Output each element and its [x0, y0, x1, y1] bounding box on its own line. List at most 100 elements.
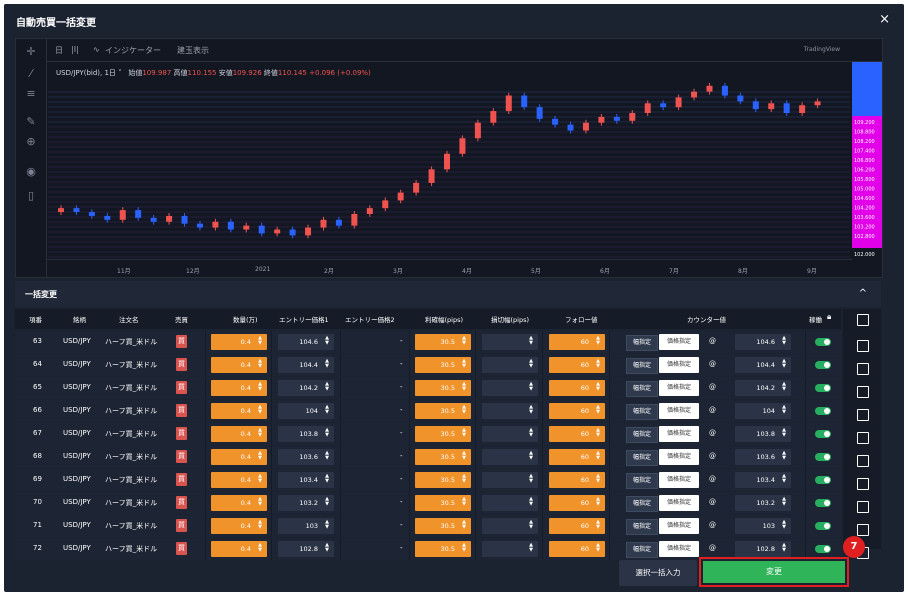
- stepper-arrows-icon[interactable]: ▲ ▼: [462, 543, 466, 553]
- tp-stepper[interactable]: 30.5 ▲ ▼: [415, 403, 471, 419]
- stepper-arrows-icon[interactable]: ▲ ▼: [596, 382, 600, 392]
- width-spec-button[interactable]: 幅指定: [626, 427, 658, 443]
- width-spec-button[interactable]: 幅指定: [626, 381, 658, 397]
- stepper-arrows-icon[interactable]: ▲ ▼: [462, 405, 466, 415]
- stepper-arrows-icon[interactable]: ▲ ▼: [782, 497, 786, 507]
- stepper-arrows-icon[interactable]: ▲ ▼: [258, 428, 262, 438]
- row-checkbox[interactable]: [857, 478, 869, 490]
- counter-stepper[interactable]: 103.4 ▲ ▼: [735, 472, 791, 488]
- stepper-arrows-icon[interactable]: ▲ ▼: [258, 359, 262, 369]
- fib-icon[interactable]: ≡: [24, 87, 38, 101]
- stepper-arrows-icon[interactable]: ▲ ▼: [258, 543, 262, 553]
- stepper-arrows-icon[interactable]: ▲ ▼: [782, 520, 786, 530]
- sl-stepper[interactable]: ▲ ▼: [482, 518, 538, 534]
- active-toggle[interactable]: [815, 476, 831, 484]
- stepper-arrows-icon[interactable]: ▲ ▼: [529, 543, 533, 553]
- counter-stepper[interactable]: 104.6 ▲ ▼: [735, 334, 791, 350]
- active-toggle[interactable]: [815, 384, 831, 392]
- entry1-stepper[interactable]: 104.6 ▲ ▼: [278, 334, 334, 350]
- eye-icon[interactable]: ◉: [24, 165, 38, 179]
- stepper-arrows-icon[interactable]: ▲ ▼: [529, 520, 533, 530]
- follow-stepper[interactable]: 60 ▲ ▼: [549, 541, 605, 557]
- price-spec-button[interactable]: 価格指定: [659, 495, 699, 511]
- stepper-arrows-icon[interactable]: ▲ ▼: [782, 405, 786, 415]
- stepper-arrows-icon[interactable]: ▲ ▼: [258, 474, 262, 484]
- qty-stepper[interactable]: 0.4 ▲ ▼: [211, 357, 267, 373]
- active-toggle[interactable]: [815, 522, 831, 530]
- sl-stepper[interactable]: ▲ ▼: [482, 541, 538, 557]
- stepper-arrows-icon[interactable]: ▲ ▼: [596, 497, 600, 507]
- active-toggle[interactable]: [815, 545, 831, 553]
- counter-stepper[interactable]: 103.8 ▲ ▼: [735, 426, 791, 442]
- close-icon[interactable]: ×: [879, 12, 890, 27]
- sl-stepper[interactable]: ▲ ▼: [482, 334, 538, 350]
- sl-stepper[interactable]: ▲ ▼: [482, 426, 538, 442]
- stepper-arrows-icon[interactable]: ▲ ▼: [782, 336, 786, 346]
- qty-stepper[interactable]: 0.4 ▲ ▼: [211, 426, 267, 442]
- qty-stepper[interactable]: 0.4 ▲ ▼: [211, 380, 267, 396]
- qty-stepper[interactable]: 0.4 ▲ ▼: [211, 334, 267, 350]
- row-checkbox[interactable]: [857, 363, 869, 375]
- crosshair-icon[interactable]: ✛: [24, 45, 38, 59]
- stepper-arrows-icon[interactable]: ▲ ▼: [782, 474, 786, 484]
- indicators-button[interactable]: インジケーター: [105, 45, 161, 56]
- stepper-arrows-icon[interactable]: ▲ ▼: [325, 382, 329, 392]
- trash-icon[interactable]: ▯: [24, 189, 38, 203]
- stepper-arrows-icon[interactable]: ▲ ▼: [529, 336, 533, 346]
- entry1-stepper[interactable]: 103.8 ▲ ▼: [278, 426, 334, 442]
- row-checkbox[interactable]: [857, 340, 869, 352]
- qty-stepper[interactable]: 0.4 ▲ ▼: [211, 495, 267, 511]
- stepper-arrows-icon[interactable]: ▲ ▼: [596, 405, 600, 415]
- entry1-stepper[interactable]: 102.8 ▲ ▼: [278, 541, 334, 557]
- width-spec-button[interactable]: 幅指定: [626, 335, 658, 351]
- width-spec-button[interactable]: 幅指定: [626, 358, 658, 374]
- entry1-stepper[interactable]: 103.6 ▲ ▼: [278, 449, 334, 465]
- price-spec-button[interactable]: 価格指定: [659, 518, 699, 534]
- counter-stepper[interactable]: 103.2 ▲ ▼: [735, 495, 791, 511]
- stepper-arrows-icon[interactable]: ▲ ▼: [529, 382, 533, 392]
- row-checkbox[interactable]: [857, 524, 869, 536]
- sl-stepper[interactable]: ▲ ▼: [482, 449, 538, 465]
- change-button[interactable]: 変更: [703, 561, 845, 583]
- stepper-arrows-icon[interactable]: ▲ ▼: [596, 520, 600, 530]
- stepper-arrows-icon[interactable]: ▲ ▼: [258, 405, 262, 415]
- counter-stepper[interactable]: 103.6 ▲ ▼: [735, 449, 791, 465]
- bar-style-icon[interactable]: |Ⅰ|: [71, 45, 79, 54]
- counter-stepper[interactable]: 104.2 ▲ ▼: [735, 380, 791, 396]
- stepper-arrows-icon[interactable]: ▲ ▼: [462, 497, 466, 507]
- entry1-stepper[interactable]: 104.4 ▲ ▼: [278, 357, 334, 373]
- stepper-arrows-icon[interactable]: ▲ ▼: [258, 497, 262, 507]
- follow-stepper[interactable]: 60 ▲ ▼: [549, 495, 605, 511]
- stepper-arrows-icon[interactable]: ▲ ▼: [782, 382, 786, 392]
- sl-stepper[interactable]: ▲ ▼: [482, 357, 538, 373]
- row-checkbox[interactable]: [857, 409, 869, 421]
- width-spec-button[interactable]: 幅指定: [626, 404, 658, 420]
- stepper-arrows-icon[interactable]: ▲ ▼: [258, 520, 262, 530]
- trendline-icon[interactable]: ⁄: [24, 67, 38, 81]
- stepper-arrows-icon[interactable]: ▲ ▼: [325, 474, 329, 484]
- active-toggle[interactable]: [815, 407, 831, 415]
- stepper-arrows-icon[interactable]: ▲ ▼: [782, 543, 786, 553]
- follow-stepper[interactable]: 60 ▲ ▼: [549, 472, 605, 488]
- stepper-arrows-icon[interactable]: ▲ ▼: [529, 451, 533, 461]
- counter-stepper[interactable]: 104.4 ▲ ▼: [735, 357, 791, 373]
- stepper-arrows-icon[interactable]: ▲ ▼: [258, 451, 262, 461]
- stepper-arrows-icon[interactable]: ▲ ▼: [325, 428, 329, 438]
- tp-stepper[interactable]: 30.5 ▲ ▼: [415, 357, 471, 373]
- tp-stepper[interactable]: 30.5 ▲ ▼: [415, 472, 471, 488]
- row-checkbox[interactable]: [857, 432, 869, 444]
- sl-stepper[interactable]: ▲ ▼: [482, 495, 538, 511]
- stepper-arrows-icon[interactable]: ▲ ▼: [782, 428, 786, 438]
- sl-stepper[interactable]: ▲ ▼: [482, 403, 538, 419]
- stepper-arrows-icon[interactable]: ▲ ▼: [258, 382, 262, 392]
- stepper-arrows-icon[interactable]: ▲ ▼: [529, 474, 533, 484]
- tp-stepper[interactable]: 30.5 ▲ ▼: [415, 495, 471, 511]
- price-spec-button[interactable]: 価格指定: [659, 541, 699, 557]
- stepper-arrows-icon[interactable]: ▲ ▼: [462, 520, 466, 530]
- follow-stepper[interactable]: 60 ▲ ▼: [549, 426, 605, 442]
- stepper-arrows-icon[interactable]: ▲ ▼: [325, 405, 329, 415]
- tp-stepper[interactable]: 30.5 ▲ ▼: [415, 518, 471, 534]
- price-chart[interactable]: ✛ ⁄ ≡ ✎ ⊕ ◉ ▯ 日 |Ⅰ| ∿ インジケーター 建玉表示 Tradi…: [15, 38, 883, 278]
- collapse-icon[interactable]: ^: [859, 288, 867, 299]
- stepper-arrows-icon[interactable]: ▲ ▼: [529, 428, 533, 438]
